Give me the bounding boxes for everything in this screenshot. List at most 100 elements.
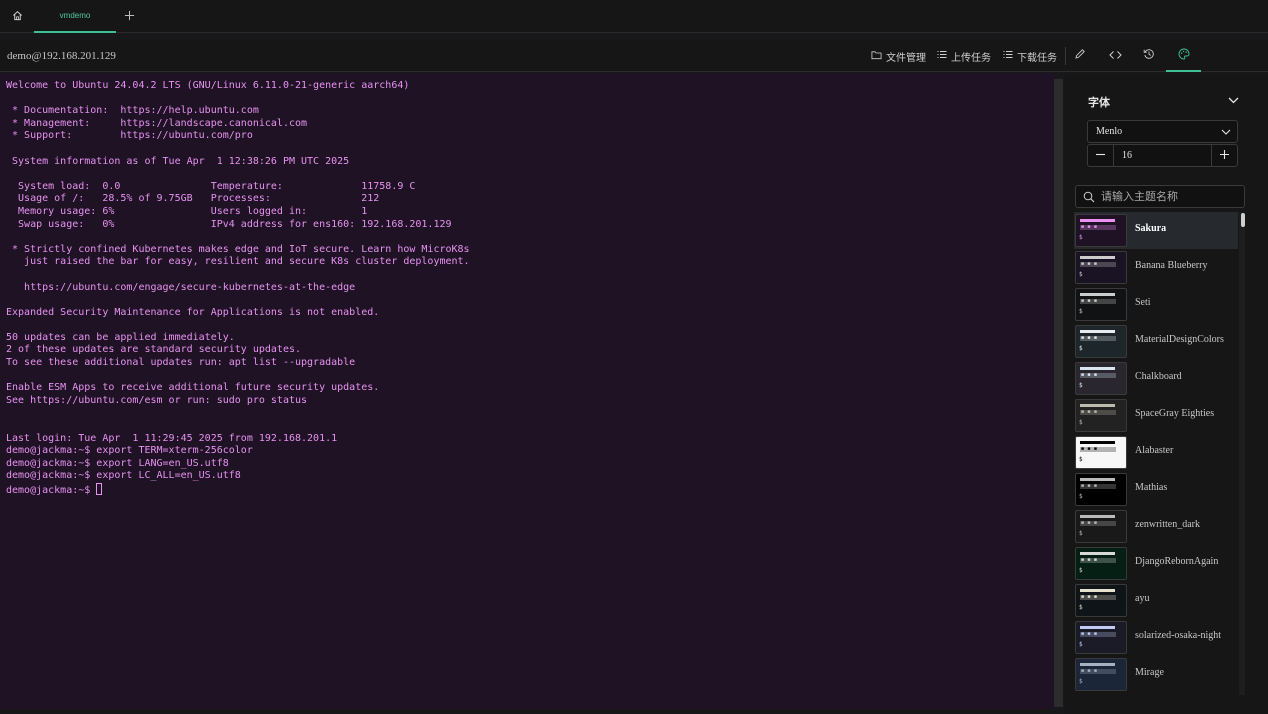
theme-item[interactable]: ■ ■ ■$Hurtado [1074, 693, 1238, 694]
theme-name: Banana Blueberry [1135, 260, 1208, 271]
theme-preview-thumbnail: ■ ■ ■ $ [1075, 214, 1127, 247]
theme-list-scrollbar-thumb[interactable] [1241, 213, 1245, 227]
list-icon [1003, 50, 1013, 62]
preview-prompt: $ [1079, 530, 1083, 537]
theme-item[interactable]: ■ ■ ■ $ Mathias [1074, 471, 1238, 508]
theme-item[interactable]: ■ ■ ■ $ MaterialDesignColors [1074, 323, 1238, 360]
folder-icon [871, 50, 882, 63]
preview-window-dots: ■ ■ ■ [1081, 298, 1098, 304]
theme-preview-thumbnail: ■ ■ ■ $ [1075, 251, 1127, 284]
theme-item[interactable]: ■ ■ ■ $ DjangoRebornAgain [1074, 545, 1238, 582]
theme-list-scrollbar[interactable] [1239, 212, 1245, 695]
preview-window-dots: ■ ■ ■ [1081, 446, 1098, 452]
theme-preview-thumbnail: ■ ■ ■ $ [1075, 658, 1127, 691]
theme-item[interactable]: ■ ■ ■ $ Sakura [1074, 212, 1238, 249]
preview-title-bar [1080, 219, 1115, 222]
tab-vmdemo[interactable]: vmdemo [34, 0, 116, 33]
history-button[interactable] [1140, 47, 1158, 65]
decrease-font-size-button[interactable] [1088, 145, 1114, 166]
plus-icon [124, 8, 135, 26]
edit-icon [1074, 47, 1086, 65]
terminal-cursor [96, 483, 103, 495]
preview-prompt: $ [1079, 382, 1083, 389]
preview-window-dots: ■ ■ ■ [1081, 409, 1098, 415]
theme-name: MaterialDesignColors [1135, 334, 1224, 345]
theme-search-input[interactable] [1101, 188, 1241, 205]
code-button[interactable] [1106, 47, 1124, 65]
theme-item[interactable]: ■ ■ ■ $ Banana Blueberry [1074, 249, 1238, 286]
font-section-title: 字体 [1088, 97, 1110, 109]
preview-window-dots: ■ ■ ■ [1081, 483, 1098, 489]
preview-prompt: $ [1079, 345, 1083, 352]
file-manager-button[interactable]: 文件管理 [871, 49, 926, 64]
preview-window-dots: ■ ■ ■ [1081, 224, 1098, 230]
upload-tasks-button[interactable]: 上传任务 [937, 49, 991, 64]
preview-prompt: $ [1079, 308, 1083, 315]
terminal-text: Welcome to Ubuntu 24.04.2 LTS (GNU/Linux… [6, 80, 470, 496]
download-tasks-label: 下载任务 [1017, 52, 1057, 64]
preview-prompt: $ [1079, 493, 1083, 500]
preview-window-dots: ■ ■ ■ [1081, 631, 1098, 637]
theme-name: Sakura [1135, 223, 1167, 234]
theme-item[interactable]: ■ ■ ■ $ Alabaster [1074, 434, 1238, 471]
preview-prompt: $ [1079, 419, 1083, 426]
increase-font-size-button[interactable] [1211, 145, 1237, 166]
theme-search-box [1075, 185, 1245, 208]
theme-preview-thumbnail: ■ ■ ■ $ [1075, 621, 1127, 654]
toolbar-divider [1065, 47, 1066, 65]
theme-preview-thumbnail: ■ ■ ■ $ [1075, 362, 1127, 395]
font-size-value[interactable]: 16 [1122, 145, 1132, 166]
theme-item[interactable]: ■ ■ ■ $ Seti [1074, 286, 1238, 323]
download-tasks-button[interactable]: 下载任务 [1003, 49, 1057, 64]
preview-title-bar [1080, 256, 1115, 259]
preview-title-bar [1080, 441, 1115, 444]
chevron-down-icon [1221, 125, 1231, 146]
appearance-panel: 字体 Menlo 16 ■ ■ ■$Sakura■ ■ ■$Banana Blu [1064, 73, 1268, 714]
home-tab[interactable] [0, 0, 34, 33]
preview-title-bar [1080, 515, 1115, 518]
theme-preview-thumbnail: ■ ■ ■ $ [1075, 510, 1127, 543]
preview-prompt: $ [1079, 567, 1083, 574]
preview-title-bar [1080, 626, 1115, 629]
add-tab-button[interactable] [118, 0, 140, 33]
tab-bar: vmdemo [0, 0, 1268, 33]
theme-item[interactable]: ■ ■ ■ $ Chalkboard [1074, 360, 1238, 397]
theme-item[interactable]: ■ ■ ■ $ SpaceGray Eighties [1074, 397, 1238, 434]
preview-window-dots: ■ ■ ■ [1081, 594, 1098, 600]
theme-preview-thumbnail: ■ ■ ■ $ [1075, 584, 1127, 617]
preview-window-dots: ■ ■ ■ [1081, 261, 1098, 267]
theme-button[interactable] [1175, 47, 1193, 65]
terminal-scrollbar[interactable] [1054, 79, 1063, 707]
preview-prompt: $ [1079, 234, 1083, 241]
preview-title-bar [1080, 552, 1115, 555]
theme-name: Alabaster [1135, 445, 1174, 456]
preview-window-dots: ■ ■ ■ [1081, 557, 1098, 563]
preview-prompt: $ [1079, 604, 1083, 611]
font-family-value: Menlo [1096, 126, 1123, 137]
palette-icon [1178, 47, 1190, 65]
theme-item[interactable]: ■ ■ ■ $ solarized-osaka-night [1074, 619, 1238, 656]
theme-preview-thumbnail: ■ ■ ■ $ [1075, 473, 1127, 506]
search-icon [1083, 190, 1095, 208]
preview-window-dots: ■ ■ ■ [1081, 668, 1098, 674]
theme-name: solarized-osaka-night [1135, 630, 1222, 641]
preview-prompt: $ [1079, 641, 1083, 648]
theme-item[interactable]: ■ ■ ■ $ zenwritten_dark [1074, 508, 1238, 545]
theme-name: Chalkboard [1135, 371, 1182, 382]
file-manager-label: 文件管理 [886, 52, 926, 64]
theme-name: Seti [1135, 297, 1151, 308]
edit-button[interactable] [1071, 47, 1089, 65]
collapse-font-section-button[interactable] [1226, 93, 1240, 107]
theme-name: ayu [1135, 593, 1150, 604]
chevron-down-icon [1228, 91, 1239, 109]
theme-item[interactable]: ■ ■ ■ $ ayu [1074, 582, 1238, 619]
session-toolbar: demo@192.168.201.129 文件管理 上传任务 下载任务 [0, 40, 1268, 72]
preview-title-bar [1080, 367, 1115, 370]
theme-item[interactable]: ■ ■ ■ $ Mirage [1074, 656, 1238, 693]
font-family-select[interactable]: Menlo [1087, 120, 1238, 143]
theme-button-indicator [1166, 70, 1201, 72]
terminal-view[interactable]: Welcome to Ubuntu 24.04.2 LTS (GNU/Linux… [0, 73, 1054, 709]
upload-tasks-label: 上传任务 [951, 52, 991, 64]
terminal-output: Welcome to Ubuntu 24.04.2 LTS (GNU/Linux… [6, 80, 470, 498]
preview-window-dots: ■ ■ ■ [1081, 520, 1098, 526]
